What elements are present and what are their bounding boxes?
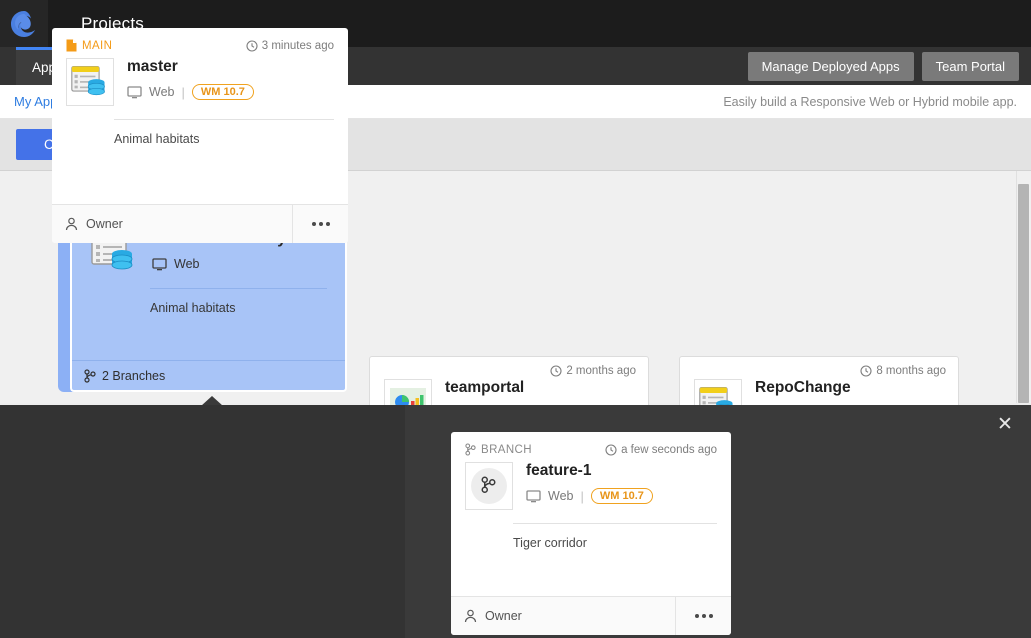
branch-card-footer: Owner [52,204,348,243]
branch-card-owner-label: Owner [86,217,123,231]
clock-icon [860,365,872,377]
app-icon-feature-1 [465,462,513,510]
branch-card-owner[interactable]: Owner [451,597,675,635]
branch-card-time: 3 minutes ago [246,40,334,52]
meta-separator: | [580,489,583,504]
more-options-icon [695,614,713,618]
branch-tag-label: MAIN [82,40,112,52]
branch-card-description: Tiger corridor [513,535,717,552]
branch-tag-branch: BRANCH [465,443,532,456]
app-card-time: 2 months ago [566,365,636,377]
branch-card-more-options[interactable] [675,597,731,635]
folder-card-branches: 2 Branches [102,369,165,383]
team-portal-button[interactable]: Team Portal [922,52,1019,81]
person-icon [65,217,78,231]
branch-card-platform: Web [149,85,174,99]
branch-card-owner-label: Owner [485,609,522,623]
branch-card-divider [114,119,334,120]
close-icon[interactable]: ✕ [994,414,1016,436]
folder-card-footer[interactable]: 2 Branches [72,360,345,390]
git-branch-icon [84,369,96,383]
branch-card-name: feature-1 [526,462,653,480]
branch-tag-label: BRANCH [481,444,532,456]
version-badge: WM 10.7 [192,84,254,100]
branch-card-info: master Web | WM 10.7 [127,58,254,106]
app-logo[interactable] [0,0,48,47]
branch-card-description: Animal habitats [114,131,334,148]
branch-card-header: BRANCH a few seconds ago [451,432,731,456]
folder-divider [150,288,327,289]
meta-separator: | [181,85,184,100]
branch-card-meta: Web | WM 10.7 [127,84,254,100]
branch-card-divider [513,523,717,524]
detail-panel-shade [0,405,405,638]
tab-bar-actions: Manage Deployed Apps Team Portal [748,47,1031,85]
subnav-hint: Easily build a Responsive Web or Hybrid … [723,95,1017,109]
branch-card-time-label: a few seconds ago [621,444,717,456]
folder-card-description: Animal habitats [150,301,327,315]
manage-deployed-apps-button[interactable]: Manage Deployed Apps [748,52,914,81]
projects-page: Projects Apps Prefabs Template Bundles M… [0,0,1031,638]
monitor-icon [127,86,142,99]
folder-card-platform: Web [174,257,199,271]
branch-card-platform: Web [548,489,573,503]
version-badge: WM 10.7 [591,488,653,504]
branch-card-main: feature-1 Web | WM 10.7 [451,456,731,510]
vertical-scrollbar-thumb[interactable] [1018,184,1029,403]
branch-card-main: master Web | WM 10.7 [52,52,348,106]
branch-card-time-label: 3 minutes ago [262,40,334,52]
person-icon [464,609,477,623]
monitor-icon [526,490,541,503]
clock-icon [605,444,617,456]
document-icon [66,39,77,52]
app-card-name: RepoChange [755,379,882,397]
clock-icon [550,365,562,377]
branch-card-header: MAIN 3 minutes ago [52,28,348,52]
branch-card-feature-1[interactable]: BRANCH a few seconds ago [451,432,731,635]
app-card-name: teamportal [445,379,572,397]
folder-card-meta: Web [152,257,286,271]
clock-icon [246,40,258,52]
git-branch-icon [465,443,476,456]
app-card-header: 2 months ago [370,357,648,377]
app-icon-master [66,58,114,106]
wavemaker-logo-icon [9,9,39,39]
branch-card-name: master [127,58,254,76]
more-options-icon [312,222,330,226]
monitor-icon [152,258,167,271]
branch-card-more-options[interactable] [292,205,348,243]
app-card-time: 8 months ago [876,365,946,377]
branch-card-master[interactable]: MAIN 3 minutes ago [52,28,348,243]
app-card-header: 8 months ago [680,357,958,377]
branch-card-info: feature-1 Web | WM 10.7 [526,462,653,510]
branch-tag-main: MAIN [66,39,112,52]
branch-card-owner[interactable]: Owner [52,205,292,243]
branch-card-footer: Owner [451,596,731,635]
branch-card-time: a few seconds ago [605,444,717,456]
branch-card-meta: Web | WM 10.7 [526,488,653,504]
